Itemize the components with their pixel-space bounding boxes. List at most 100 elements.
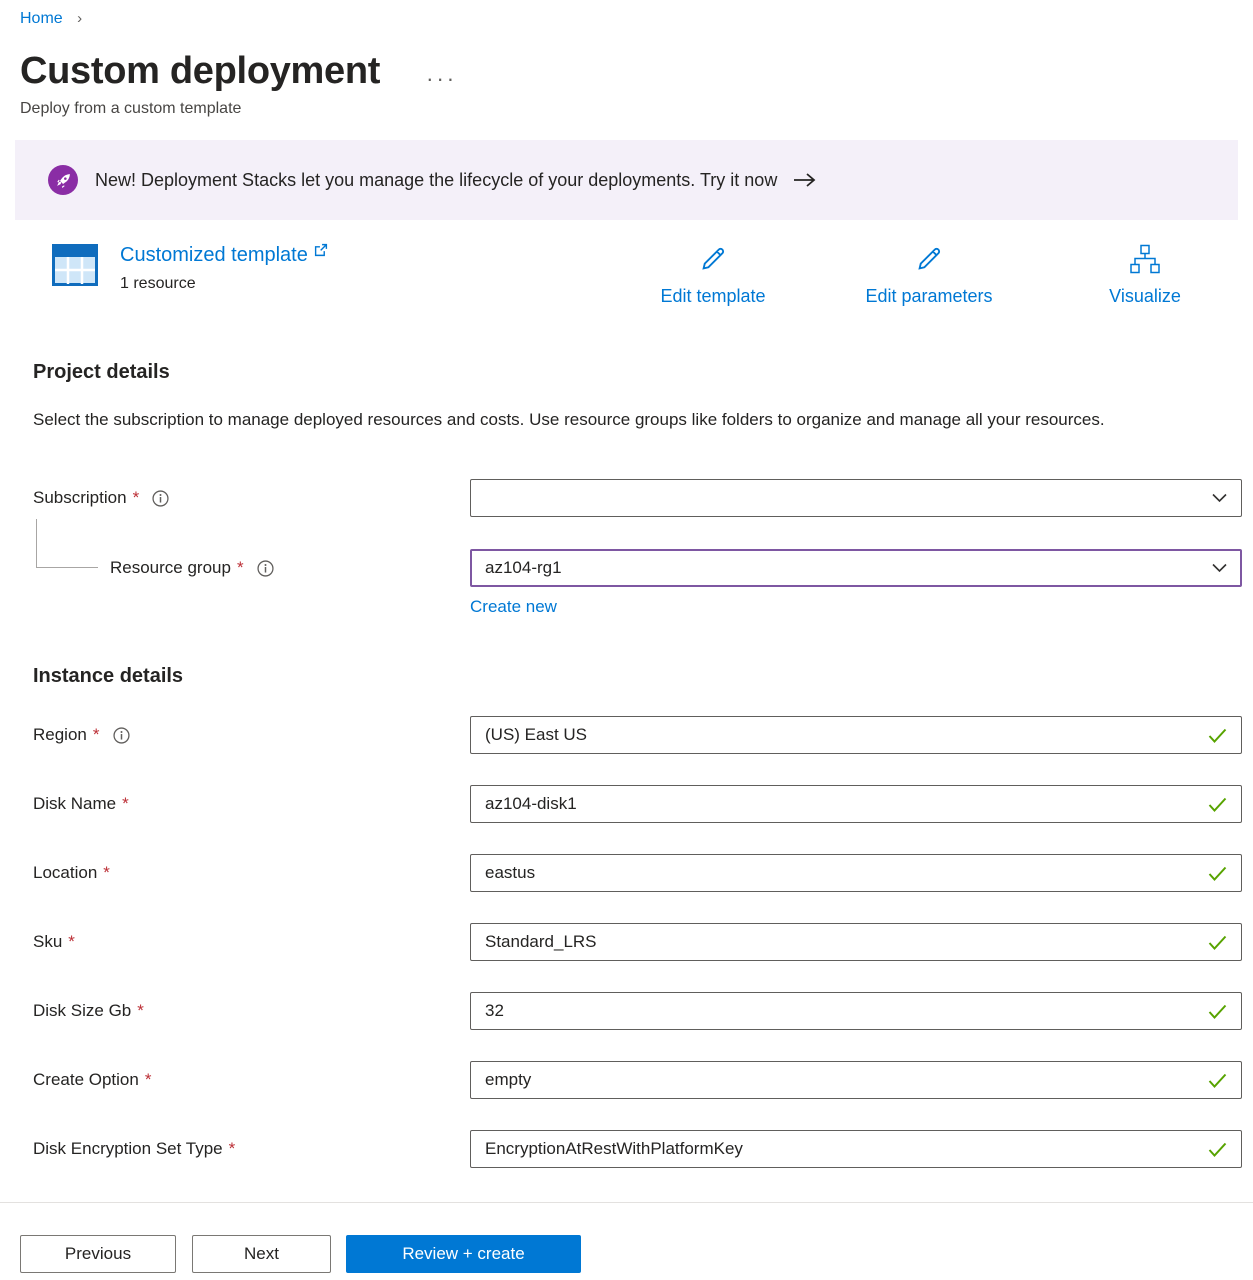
pencil-icon xyxy=(698,244,728,279)
sku-input[interactable]: Standard_LRS xyxy=(470,923,1242,961)
edit-parameters-label: Edit parameters xyxy=(865,286,992,307)
region-value: (US) East US xyxy=(485,725,1208,745)
resource-group-dropdown[interactable]: az104-rg1 xyxy=(470,549,1242,587)
project-details-description: Select the subscription to manage deploy… xyxy=(33,404,1183,435)
resource-group-value: az104-rg1 xyxy=(485,558,1212,578)
disk-size-value: 32 xyxy=(485,1001,1208,1021)
create-option-label: Create Option xyxy=(33,1070,139,1090)
required-asterisk: * xyxy=(237,558,244,578)
template-resource-count: 1 resource xyxy=(120,275,328,293)
template-card: Customized template 1 resource Edit temp… xyxy=(52,244,1253,307)
required-asterisk: * xyxy=(93,725,100,745)
custom-deployment-page: Home › Custom deployment ··· Deploy from… xyxy=(0,0,1253,1202)
hierarchy-icon xyxy=(1129,244,1161,279)
instance-details-form: Region * (US) East US Disk Name * xyxy=(33,716,1242,1168)
edit-template-button[interactable]: Edit template xyxy=(605,244,821,307)
required-asterisk: * xyxy=(145,1070,152,1090)
required-asterisk: * xyxy=(229,1139,236,1159)
create-option-row: Create Option * empty xyxy=(33,1061,1242,1099)
breadcrumb: Home › xyxy=(0,0,1253,28)
info-icon[interactable] xyxy=(257,560,274,577)
visualize-button[interactable]: Visualize xyxy=(1037,244,1253,307)
location-label: Location xyxy=(33,863,97,883)
instance-details-heading: Instance details xyxy=(33,665,1253,688)
valid-check-icon xyxy=(1208,935,1227,950)
external-link-icon xyxy=(314,243,328,257)
template-grid-icon xyxy=(52,244,98,286)
edit-parameters-button[interactable]: Edit parameters xyxy=(821,244,1037,307)
customized-template-link[interactable]: Customized template xyxy=(120,244,308,267)
region-label: Region xyxy=(33,725,87,745)
sku-value: Standard_LRS xyxy=(485,932,1208,952)
create-option-input[interactable]: empty xyxy=(470,1061,1242,1099)
chevron-down-icon xyxy=(1212,563,1227,573)
subscription-label: Subscription xyxy=(33,488,127,508)
arrow-right-icon[interactable] xyxy=(793,172,816,188)
next-button[interactable]: Next xyxy=(192,1235,331,1273)
edit-template-label: Edit template xyxy=(660,286,765,307)
required-asterisk: * xyxy=(137,1001,144,1021)
disk-encryption-input[interactable]: EncryptionAtRestWithPlatformKey xyxy=(470,1130,1242,1168)
create-new-link[interactable]: Create new xyxy=(470,597,557,616)
disk-name-input[interactable]: az104-disk1 xyxy=(470,785,1242,823)
subscription-label-cell: Subscription * xyxy=(33,488,470,508)
banner-message[interactable]: New! Deployment Stacks let you manage th… xyxy=(95,170,777,191)
region-label-cell: Region * xyxy=(33,725,470,745)
hierarchy-connector-line xyxy=(36,519,98,568)
info-icon[interactable] xyxy=(152,490,169,507)
more-options-button[interactable]: ··· xyxy=(426,74,457,84)
region-row: Region * (US) East US xyxy=(33,716,1242,754)
valid-check-icon xyxy=(1208,728,1227,743)
visualize-label: Visualize xyxy=(1109,286,1181,307)
page-title: Custom deployment xyxy=(20,50,380,93)
required-asterisk: * xyxy=(103,863,110,883)
breadcrumb-home-link[interactable]: Home xyxy=(20,10,63,27)
project-details-form: Subscription * Resource group * xyxy=(33,479,1242,617)
wizard-footer: Previous Next Review + create xyxy=(0,1202,1253,1280)
valid-check-icon xyxy=(1208,797,1227,812)
region-input[interactable]: (US) East US xyxy=(470,716,1242,754)
disk-size-label-cell: Disk Size Gb * xyxy=(33,1001,470,1021)
required-asterisk: * xyxy=(122,794,129,814)
disk-name-row: Disk Name * az104-disk1 xyxy=(33,785,1242,823)
disk-name-value: az104-disk1 xyxy=(485,794,1208,814)
disk-name-label-cell: Disk Name * xyxy=(33,794,470,814)
breadcrumb-separator-icon: › xyxy=(77,10,82,27)
disk-encryption-value: EncryptionAtRestWithPlatformKey xyxy=(485,1139,1208,1159)
location-row: Location * eastus xyxy=(33,854,1242,892)
disk-size-input[interactable]: 32 xyxy=(470,992,1242,1030)
disk-size-row: Disk Size Gb * 32 xyxy=(33,992,1242,1030)
resource-group-label-cell: Resource group * xyxy=(33,558,470,578)
disk-size-label: Disk Size Gb xyxy=(33,1001,131,1021)
project-details-heading: Project details xyxy=(33,361,1253,384)
page-subtitle: Deploy from a custom template xyxy=(20,100,1253,118)
chevron-down-icon xyxy=(1212,493,1227,503)
pencil-icon xyxy=(914,244,944,279)
subscription-dropdown[interactable] xyxy=(470,479,1242,517)
valid-check-icon xyxy=(1208,866,1227,881)
create-option-label-cell: Create Option * xyxy=(33,1070,470,1090)
template-actions: Edit template Edit parameters Visua xyxy=(605,244,1253,307)
disk-name-label: Disk Name xyxy=(33,794,116,814)
create-option-value: empty xyxy=(485,1070,1208,1090)
disk-encryption-set-type-row: Disk Encryption Set Type * EncryptionAtR… xyxy=(33,1130,1242,1168)
location-label-cell: Location * xyxy=(33,863,470,883)
resource-group-row: Resource group * az104-rg1 xyxy=(33,549,1242,587)
valid-check-icon xyxy=(1208,1142,1227,1157)
review-create-button[interactable]: Review + create xyxy=(346,1235,581,1273)
subscription-row: Subscription * xyxy=(33,479,1242,517)
valid-check-icon xyxy=(1208,1073,1227,1088)
info-icon[interactable] xyxy=(113,727,130,744)
disk-encryption-label: Disk Encryption Set Type xyxy=(33,1139,223,1159)
required-asterisk: * xyxy=(133,488,140,508)
location-value: eastus xyxy=(485,863,1208,883)
sku-row: Sku * Standard_LRS xyxy=(33,923,1242,961)
location-input[interactable]: eastus xyxy=(470,854,1242,892)
valid-check-icon xyxy=(1208,1004,1227,1019)
disk-encryption-label-cell: Disk Encryption Set Type * xyxy=(33,1139,470,1159)
deployment-stacks-banner: New! Deployment Stacks let you manage th… xyxy=(15,140,1238,220)
previous-button[interactable]: Previous xyxy=(20,1235,176,1273)
resource-group-label: Resource group xyxy=(110,558,231,578)
required-asterisk: * xyxy=(68,932,75,952)
sku-label-cell: Sku * xyxy=(33,932,470,952)
